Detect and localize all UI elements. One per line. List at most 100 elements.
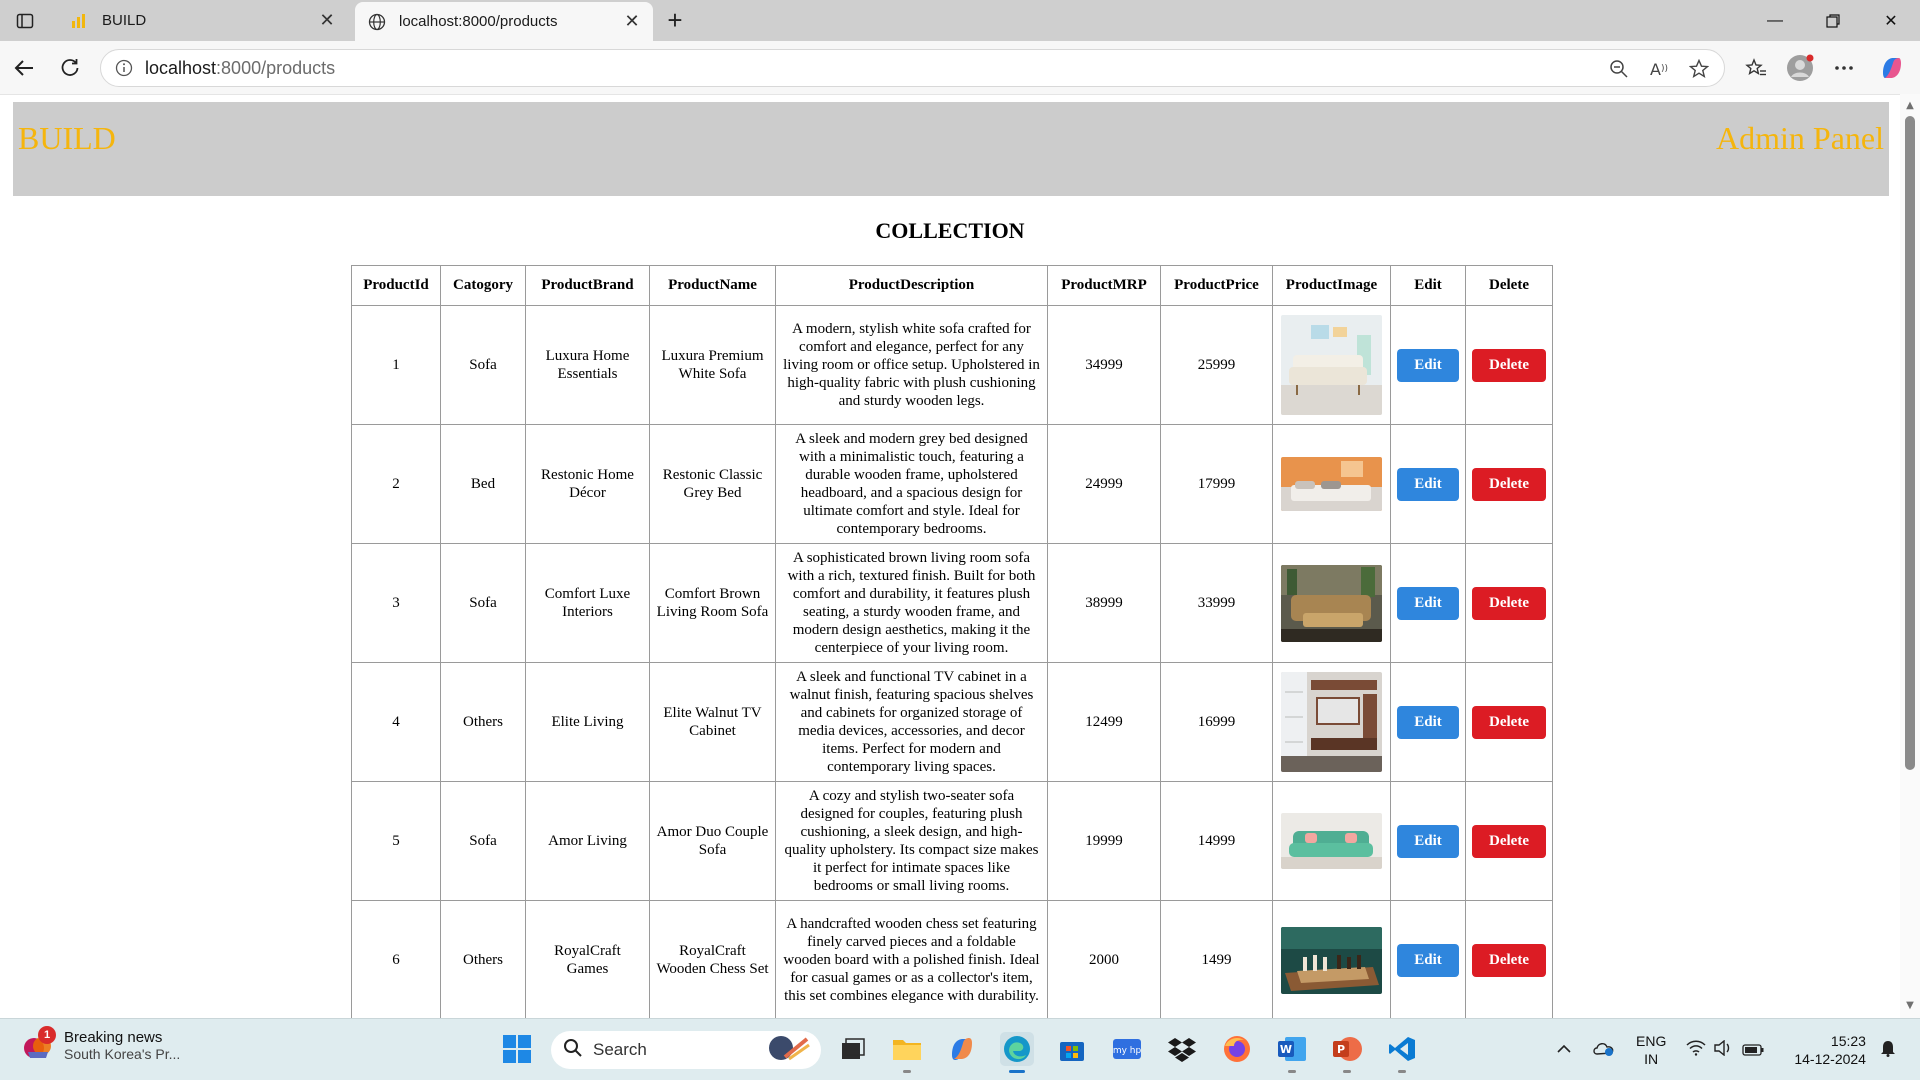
grey-bed-image — [1281, 457, 1382, 511]
delete-button[interactable]: Delete — [1472, 943, 1546, 977]
news-badge: 1 — [38, 1025, 56, 1044]
products-table: ProductId Catogory ProductBrand ProductN… — [351, 265, 1553, 1018]
table-row: 4 Others Elite Living Elite Walnut TV Ca… — [351, 662, 1553, 782]
system-clock[interactable]: 15:23 14-12-2024 — [1794, 1032, 1866, 1068]
system-tray: ENG IN 15:23 14-12-2024 — [1552, 1019, 1896, 1081]
news-widget[interactable]: 1 Breaking news South Korea's Pr... — [22, 1025, 180, 1062]
product-price: 25999 — [1160, 305, 1273, 425]
scrollbar-thumb[interactable] — [1905, 116, 1915, 770]
language-indicator[interactable]: ENG IN — [1636, 1032, 1666, 1068]
edit-cell: Edit — [1390, 305, 1466, 425]
tv-cabinet-image — [1281, 672, 1382, 772]
volume-icon[interactable] — [1714, 1039, 1734, 1060]
word-icon[interactable]: W — [1275, 1032, 1309, 1073]
chess-set-image — [1281, 926, 1382, 994]
tab-products[interactable]: localhost:8000/products ✕ — [355, 2, 653, 41]
svg-text:W: W — [1280, 1043, 1292, 1056]
close-window-button[interactable]: ✕ — [1862, 0, 1920, 41]
product-image-cell — [1272, 305, 1391, 425]
product-mrp: 12499 — [1047, 662, 1161, 782]
copilot-app-icon[interactable] — [945, 1032, 979, 1066]
onedrive-sync-icon[interactable] — [1592, 1039, 1616, 1061]
table-row: 6 Others RoyalCraft Games RoyalCraft Woo… — [351, 900, 1553, 1018]
teal-sofa-image — [1281, 813, 1382, 869]
svg-text:P: P — [1337, 1043, 1345, 1056]
wifi-icon[interactable] — [1686, 1040, 1706, 1060]
profile-avatar-icon[interactable] — [1784, 52, 1816, 84]
scroll-down-icon[interactable]: ▼ — [1904, 1000, 1916, 1012]
battery-icon[interactable] — [1742, 1041, 1764, 1060]
address-bar[interactable]: localhost:8000/products A)) — [100, 49, 1725, 87]
product-price: 17999 — [1160, 424, 1273, 544]
delete-button[interactable]: Delete — [1472, 824, 1546, 858]
globe-icon — [367, 12, 387, 32]
browser-toolbar: localhost:8000/products A)) — [0, 41, 1920, 94]
close-tab-icon[interactable]: ✕ — [623, 11, 641, 32]
product-category: Others — [440, 900, 526, 1018]
favorites-icon[interactable] — [1740, 52, 1772, 84]
minimize-button[interactable]: — — [1746, 0, 1804, 41]
close-tab-icon[interactable]: ✕ — [318, 10, 336, 31]
tab-build[interactable]: BUILD ✕ — [58, 0, 348, 41]
myhp-icon[interactable]: my hp — [1110, 1032, 1144, 1066]
edit-cell: Edit — [1390, 543, 1466, 663]
tab-actions-icon[interactable] — [12, 8, 38, 34]
product-name: Elite Walnut TV Cabinet — [649, 662, 776, 782]
taskbar-search[interactable]: Search — [551, 1031, 821, 1069]
product-mrp: 19999 — [1047, 781, 1161, 901]
product-category: Sofa — [440, 781, 526, 901]
tab-title: BUILD — [102, 12, 147, 29]
page-scrollbar[interactable]: ▲ ▼ — [1900, 94, 1920, 1018]
product-description: A cozy and stylish two-seater sofa desig… — [775, 781, 1048, 901]
edit-cell: Edit — [1390, 781, 1466, 901]
edit-button[interactable]: Edit — [1397, 467, 1459, 501]
new-tab-button[interactable]: + — [660, 6, 690, 36]
product-image-cell — [1272, 543, 1391, 663]
language-code: ENG — [1636, 1033, 1667, 1049]
region-code: IN — [1644, 1051, 1659, 1067]
copilot-icon[interactable] — [1876, 52, 1908, 84]
news-title: Breaking news — [64, 1029, 163, 1046]
more-options-icon[interactable] — [1828, 52, 1860, 84]
delete-button[interactable]: Delete — [1472, 348, 1546, 382]
delete-button[interactable]: Delete — [1472, 705, 1546, 739]
edit-button[interactable]: Edit — [1397, 824, 1459, 858]
scroll-up-icon[interactable]: ▲ — [1904, 100, 1916, 112]
delete-button[interactable]: Delete — [1472, 467, 1546, 501]
chevron-up-icon[interactable] — [1552, 1042, 1576, 1058]
file-explorer-icon[interactable] — [890, 1032, 924, 1073]
zoom-out-icon[interactable] — [1606, 56, 1632, 82]
edit-button[interactable]: Edit — [1397, 943, 1459, 977]
search-highlight-icon — [765, 1033, 811, 1067]
site-brand[interactable]: BUILD — [18, 120, 116, 157]
column-header: ProductMRP — [1047, 265, 1161, 306]
admin-panel-label[interactable]: Admin Panel — [1716, 120, 1884, 157]
product-image-cell — [1272, 662, 1391, 782]
powerpoint-icon[interactable]: P — [1330, 1032, 1364, 1073]
task-view-icon[interactable] — [836, 1032, 870, 1066]
back-arrow-icon[interactable] — [8, 52, 40, 84]
vscode-icon[interactable] — [1385, 1032, 1419, 1073]
site-info-icon[interactable] — [113, 57, 135, 79]
edit-cell: Edit — [1390, 900, 1466, 1018]
edge-browser-icon[interactable] — [1000, 1032, 1034, 1073]
favorite-star-icon[interactable] — [1686, 56, 1712, 82]
restore-button[interactable] — [1804, 0, 1862, 41]
refresh-icon[interactable] — [54, 52, 86, 84]
read-aloud-icon[interactable]: A)) — [1646, 56, 1672, 82]
edit-button[interactable]: Edit — [1397, 586, 1459, 620]
notification-bell-icon[interactable] — [1880, 1039, 1896, 1061]
windows-start-icon[interactable] — [502, 1034, 532, 1064]
product-mrp: 2000 — [1047, 900, 1161, 1018]
product-category: Bed — [440, 424, 526, 544]
clock-date: 14-12-2024 — [1794, 1051, 1866, 1067]
microsoft-store-icon[interactable] — [1055, 1032, 1089, 1066]
edit-button[interactable]: Edit — [1397, 348, 1459, 382]
edit-button[interactable]: Edit — [1397, 705, 1459, 739]
dropbox-icon[interactable] — [1165, 1032, 1199, 1066]
column-header: Delete — [1465, 265, 1553, 306]
delete-button[interactable]: Delete — [1472, 586, 1546, 620]
product-description: A sophisticated brown living room sofa w… — [775, 543, 1048, 663]
product-price: 14999 — [1160, 781, 1273, 901]
firefox-icon[interactable] — [1220, 1032, 1254, 1066]
